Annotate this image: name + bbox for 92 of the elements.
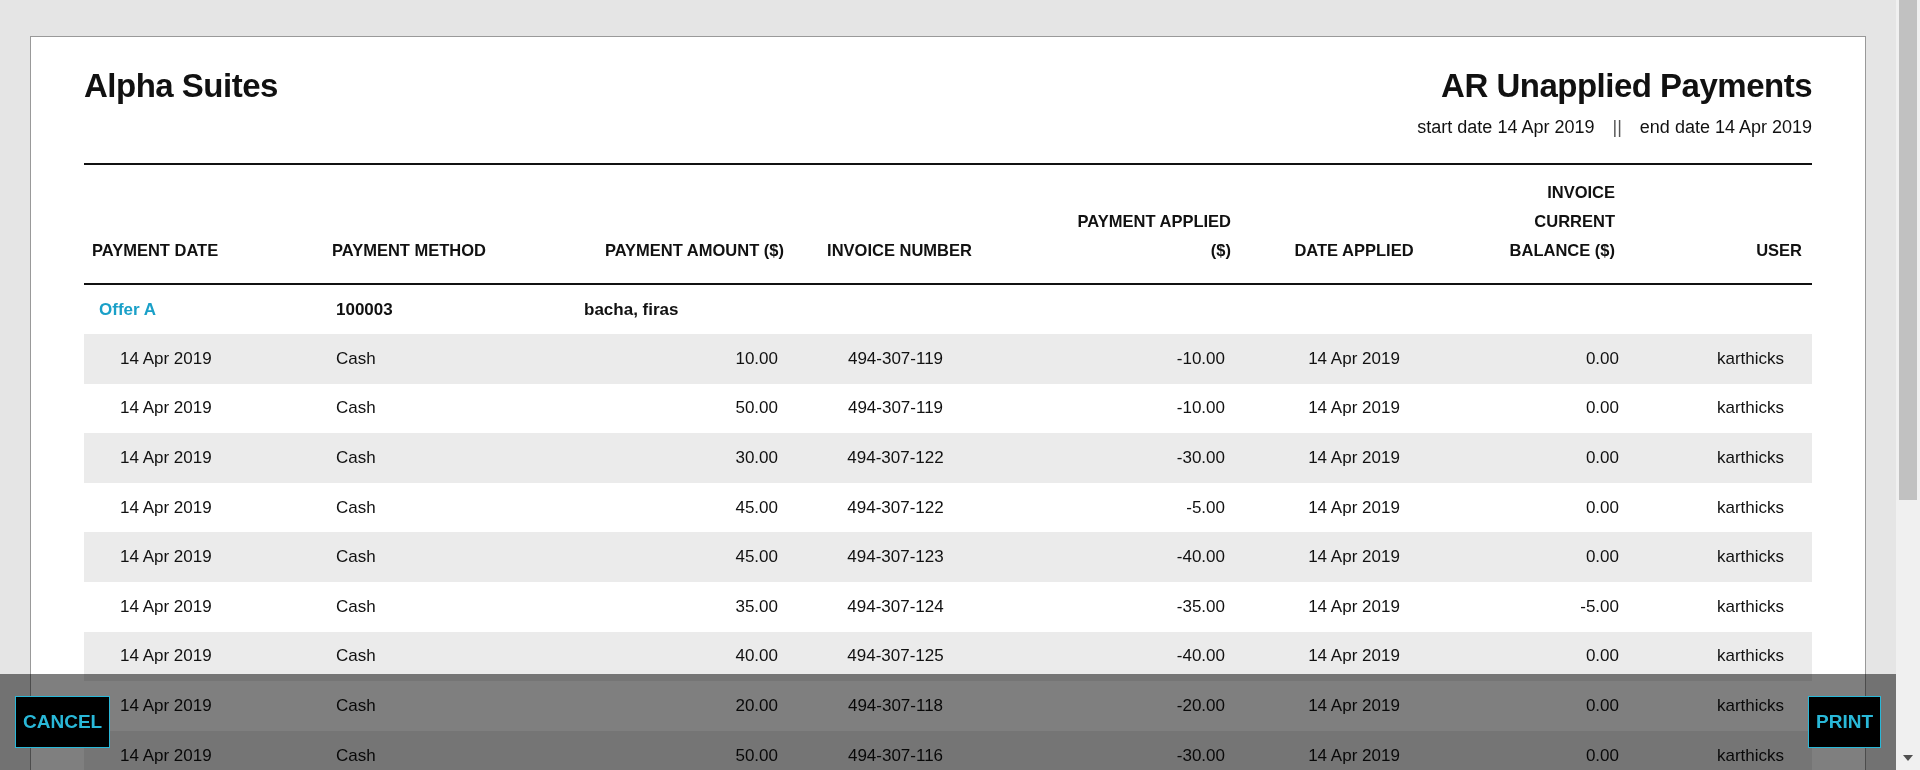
scrollbar[interactable] [1896, 0, 1920, 770]
table-cell-text: 14 Apr 2019 [119, 745, 213, 766]
column-header: PAYMENT METHOD [331, 240, 487, 261]
scrollbar-thumb[interactable] [1899, 0, 1917, 500]
table-cell-text: 494-307-116 [846, 745, 945, 766]
table-cell-text: Cash [335, 448, 377, 468]
table-cell-text: 14 Apr 2019 [119, 398, 213, 419]
table-cell-text: 14 Apr 2019 [119, 348, 213, 369]
group-code: 100003 [335, 299, 394, 320]
date-separator: || [1612, 117, 1622, 138]
table-cell-text: Cash [335, 596, 377, 617]
table-cell-text: 494-307-118 [846, 695, 945, 716]
table-cell-text: -5.00 [1579, 596, 1620, 617]
table-cell-text: 0.00 [1584, 497, 1620, 518]
table-cell-text: -30.00 [1175, 448, 1226, 468]
table-cell-text: 0.00 [1584, 348, 1620, 369]
table-cell-text: 494-307-123 [846, 547, 945, 568]
column-header: INVOICE CURRENT BALANCE ($) [1508, 182, 1616, 261]
table-cell-text: 14 Apr 2019 [1307, 646, 1401, 667]
table-cell-text: Cash [335, 695, 377, 716]
column-header: USER [1755, 240, 1803, 261]
table-cell-text: 14 Apr 2019 [119, 646, 213, 667]
table-cell-text: Cash [335, 348, 377, 369]
table-cell-text: karthicks [1715, 398, 1785, 419]
table-cell-text: 0.00 [1584, 646, 1620, 667]
table-cell-text: -40.00 [1175, 646, 1226, 667]
table-cell-text: Cash [335, 646, 377, 667]
table-cell-text: 14 Apr 2019 [119, 596, 213, 617]
table-cell-text: karthicks [1715, 745, 1785, 766]
report-title: AR Unapplied Payments [1441, 67, 1812, 105]
column-header: INVOICE NUMBER [826, 240, 973, 261]
table-cell-text: 494-307-122 [846, 497, 945, 518]
guest-name: bacha, firas [583, 299, 680, 320]
table-cell-text: 14 Apr 2019 [1307, 497, 1401, 518]
table-cell-text: karthicks [1715, 646, 1785, 667]
table-cell-text: 494-307-122 [846, 448, 945, 468]
scroll-down-icon[interactable] [1903, 755, 1913, 761]
table-cell-text: -10.00 [1175, 398, 1226, 419]
table-cell-text: 40.00 [734, 646, 779, 667]
column-header: PAYMENT DATE [91, 240, 220, 261]
table-cell-text: 45.00 [734, 547, 779, 568]
table-cell-text: Cash [335, 745, 377, 766]
table-cell-text: 494-307-119 [846, 348, 945, 369]
table-cell-text: 14 Apr 2019 [1307, 348, 1401, 369]
start-date: start date 14 Apr 2019 [1417, 117, 1595, 138]
table-cell-text: 494-307-124 [846, 596, 945, 617]
table-cell-text: 14 Apr 2019 [119, 497, 213, 518]
table-cell-text: 45.00 [734, 497, 779, 518]
table-cell-text: karthicks [1715, 547, 1785, 568]
column-header: PAYMENT APPLIED ($) [1076, 211, 1232, 261]
table-cell-text: 14 Apr 2019 [1307, 547, 1401, 568]
table-cell-text: -40.00 [1175, 547, 1226, 568]
table-cell-text: 0.00 [1584, 745, 1620, 766]
column-header: PAYMENT AMOUNT ($) [603, 240, 785, 261]
print-button[interactable]: PRINT [1808, 696, 1881, 748]
table-cell-text: 14 Apr 2019 [1307, 398, 1401, 419]
table-cell-text: 0.00 [1584, 695, 1620, 716]
table-cell-text: 14 Apr 2019 [1307, 695, 1401, 716]
table-cell-text: 20.00 [734, 695, 779, 716]
table-cell-text: 14 Apr 2019 [1307, 745, 1401, 766]
table-cell-text: Cash [335, 497, 377, 518]
table-cell-text: -35.00 [1175, 596, 1226, 617]
table-cell-text: karthicks [1715, 348, 1785, 369]
table-cell-text: 10.00 [734, 348, 779, 369]
table-cell-text: 0.00 [1584, 448, 1620, 468]
end-date: end date 14 Apr 2019 [1639, 117, 1812, 138]
table-cell-text: 30.00 [734, 448, 779, 468]
table-cell-text: 35.00 [734, 596, 779, 617]
table-cell-text: 494-307-119 [846, 398, 945, 419]
table-cell-text: 0.00 [1584, 547, 1620, 568]
table-cell-text: 50.00 [734, 745, 779, 766]
table-cell-text: -20.00 [1175, 695, 1226, 716]
company-name: Alpha Suites [84, 67, 278, 105]
table-cell-text: Cash [335, 398, 377, 419]
table-cell-text: 14 Apr 2019 [119, 695, 213, 716]
table-cell-text: karthicks [1715, 497, 1785, 518]
table-cell-text: -5.00 [1185, 497, 1226, 518]
column-header: DATE APPLIED [1293, 240, 1415, 261]
table-cell-text: 14 Apr 2019 [119, 448, 213, 468]
table-cell-text: Cash [335, 547, 377, 568]
table-cell-text: 14 Apr 2019 [1307, 596, 1401, 617]
table-cell-text: karthicks [1715, 448, 1785, 468]
table-cell-text: 14 Apr 2019 [119, 547, 213, 568]
table-cell-text: karthicks [1715, 695, 1785, 716]
table-cell-text: 50.00 [734, 398, 779, 419]
table-cell-text: 0.00 [1584, 398, 1620, 419]
table-cell-text: -10.00 [1175, 348, 1226, 369]
table-cell-text: karthicks [1715, 596, 1785, 617]
table-cell-text: 494-307-125 [846, 646, 945, 667]
cancel-button[interactable]: CANCEL [15, 696, 111, 748]
table-cell-text: -30.00 [1175, 745, 1226, 766]
table-cell-text: 14 Apr 2019 [1307, 448, 1401, 468]
